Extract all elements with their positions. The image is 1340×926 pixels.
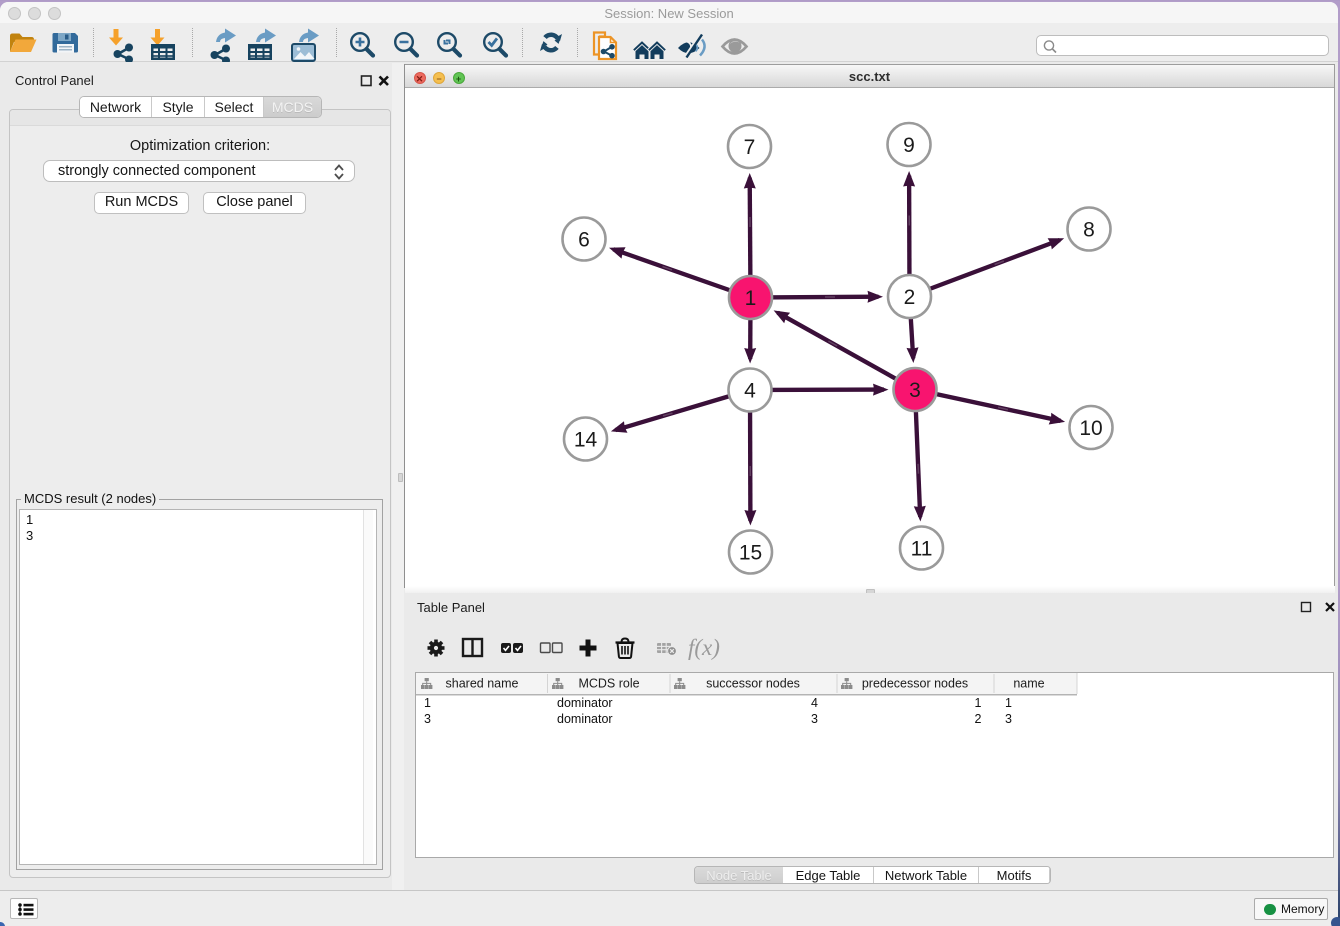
svg-text:3: 3 (909, 379, 921, 402)
svg-text:11: 11 (911, 538, 933, 561)
svg-text:successor nodes: successor nodes (706, 677, 800, 691)
svg-text:15: 15 (739, 542, 762, 565)
svg-text:1: 1 (424, 696, 431, 710)
svg-text:1: 1 (745, 287, 757, 310)
svg-text:7: 7 (744, 136, 756, 159)
svg-text:9: 9 (903, 134, 915, 157)
svg-text:1: 1 (975, 696, 982, 710)
svg-text:14: 14 (574, 429, 598, 452)
svg-text:predecessor nodes: predecessor nodes (862, 677, 968, 691)
svg-text:10: 10 (1079, 417, 1102, 440)
svg-text:3: 3 (811, 712, 818, 726)
svg-text:shared name: shared name (446, 677, 519, 691)
svg-text:1: 1 (1005, 696, 1012, 710)
svg-text:dominator: dominator (557, 712, 613, 726)
svg-text:4: 4 (811, 696, 818, 710)
svg-text:name: name (1013, 677, 1044, 691)
svg-text:6: 6 (578, 229, 590, 252)
svg-text:2: 2 (975, 712, 982, 726)
svg-text:f(x): f(x) (688, 635, 720, 660)
svg-text:8: 8 (1083, 219, 1095, 242)
svg-text:dominator: dominator (557, 696, 613, 710)
svg-text:MCDS role: MCDS role (578, 677, 639, 691)
svg-text:3: 3 (1005, 712, 1012, 726)
svg-text:2: 2 (904, 286, 916, 309)
svg-text:3: 3 (424, 712, 431, 726)
svg-text:4: 4 (744, 380, 756, 403)
